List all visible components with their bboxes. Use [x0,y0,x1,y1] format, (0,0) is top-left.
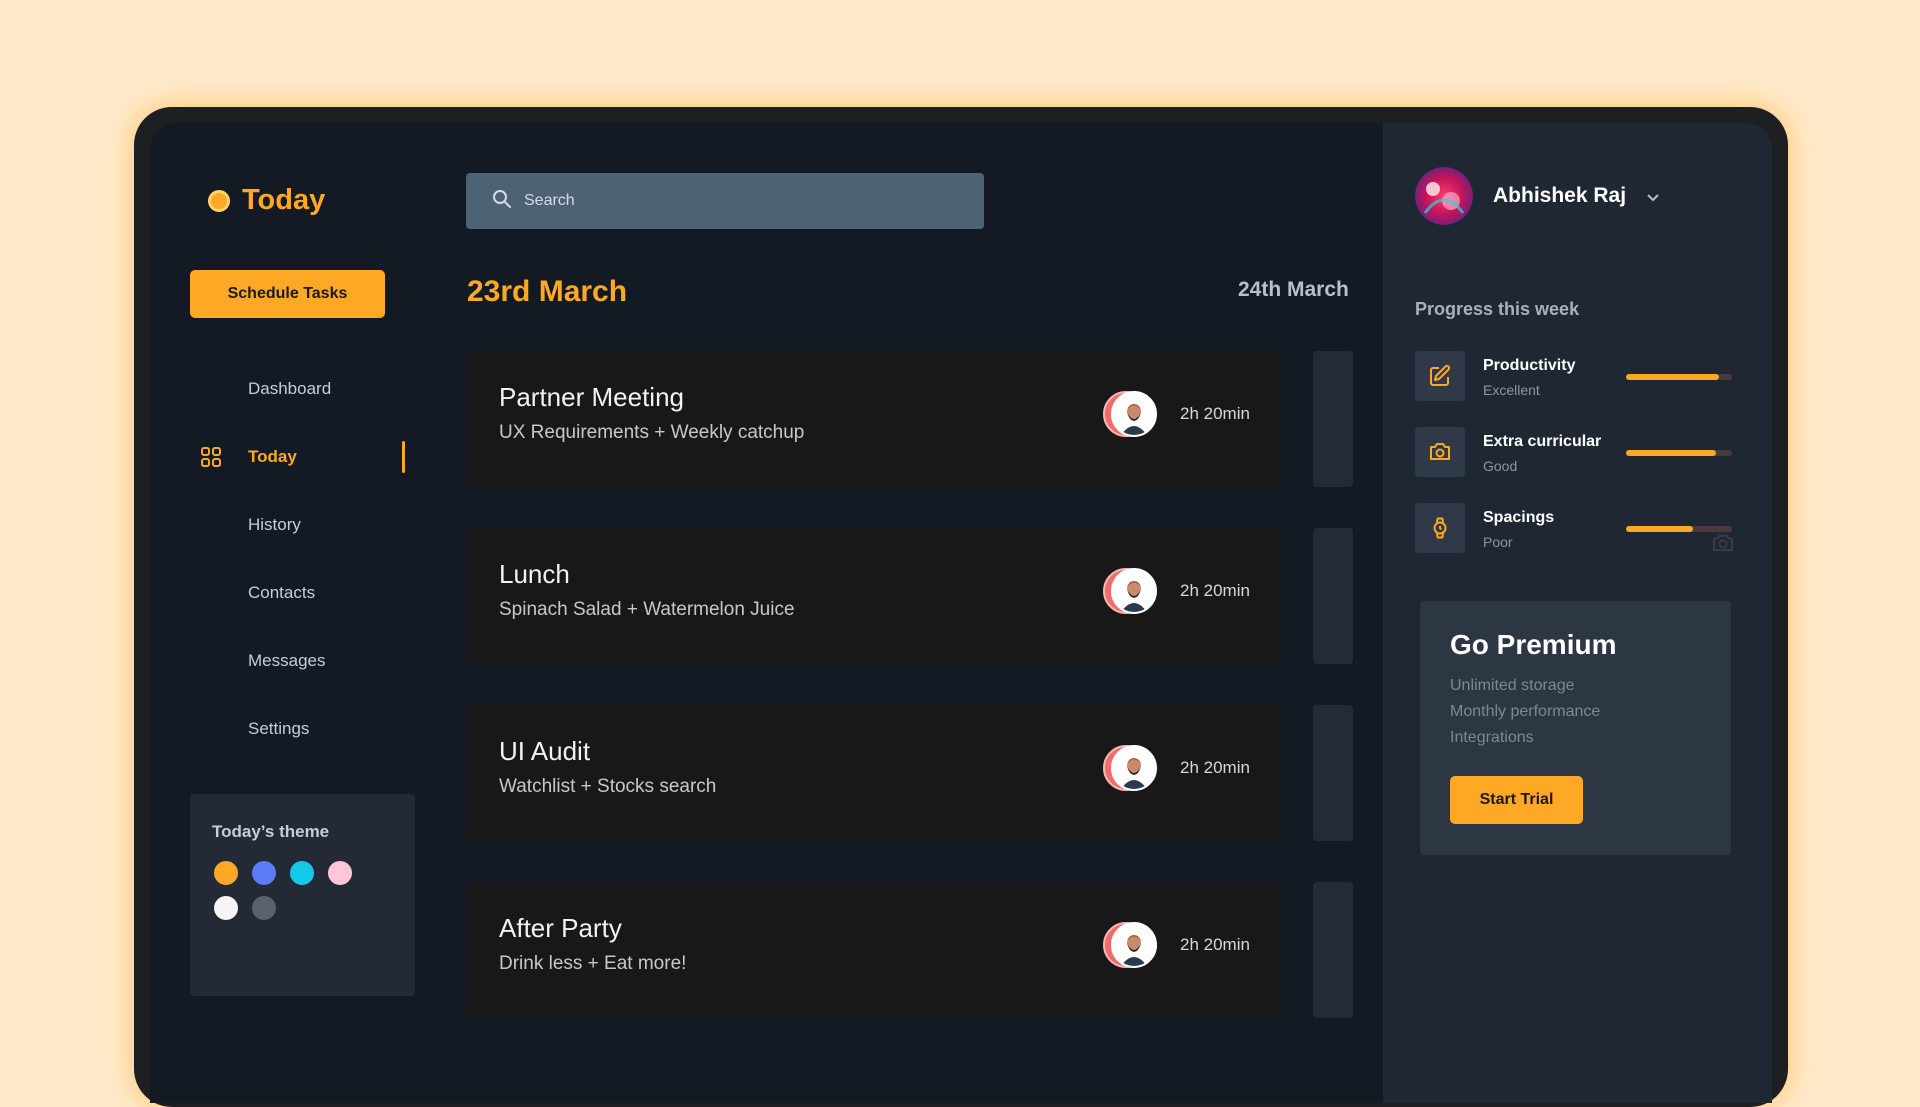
task-card[interactable]: After Party Drink less + Eat more! 2h 20mi… [466,882,1280,1018]
avatar [1111,568,1157,614]
progress-item-spacings: Spacings Poor [1415,503,1745,553]
chevron-down-icon[interactable] [1645,189,1661,210]
task-next-day-slot[interactable] [1313,705,1353,841]
camera-icon [1415,427,1465,477]
brand-title: Today [242,184,326,216]
theme-swatches [214,861,374,920]
sidebar-item-label: Contacts [248,583,316,602]
task-duration: 2h 20min [1180,935,1250,954]
avatar [1111,745,1157,791]
sidebar-item-today[interactable]: Today [150,423,415,491]
task-duration: 2h 20min [1180,758,1250,777]
theme-swatch[interactable] [328,861,352,885]
start-trial-button[interactable]: Start Trial [1450,776,1583,824]
sidebar-item-label: Messages [248,651,326,670]
avatar [1111,391,1157,437]
task-title: Lunch [499,559,570,589]
progress-fill [1626,526,1693,532]
sidebar-item-label: Today [248,447,297,466]
schedule-tasks-button[interactable]: Schedule Tasks [190,270,385,318]
task-list: Partner Meeting UX Requirements + Weekly … [466,351,1353,1059]
task-title: After Party [499,913,622,943]
task-row: UI Audit Watchlist + Stocks search 2h 20mi… [466,705,1353,841]
avatar [1111,922,1157,968]
premium-features: Unlimited storage Monthly performance In… [1450,677,1600,755]
task-duration: 2h 20min [1180,404,1250,423]
participant-avatars[interactable] [1103,391,1157,437]
sidebar-item-contacts[interactable]: Contacts [150,559,415,627]
theme-swatch[interactable] [214,861,238,885]
task-next-day-slot[interactable] [1313,882,1353,1018]
premium-feature: Integrations [1450,729,1534,746]
sidebar-item-dashboard[interactable]: Dashboard [150,355,415,423]
task-title: Partner Meeting [499,382,684,412]
progress-label: Spacings [1483,509,1555,526]
progress-item-extra-curricular: Extra curricular Good [1415,427,1745,477]
search-bar[interactable] [466,173,984,229]
progress-item-productivity: Productivity Excellent [1415,351,1745,401]
premium-feature: Monthly performance [1450,703,1601,720]
sidebar-item-label: Settings [248,719,310,738]
active-indicator [402,441,405,473]
task-title: UI Audit [499,736,591,766]
theme-swatch[interactable] [252,896,276,920]
task-row: After Party Drink less + Eat more! 2h 20mi… [466,882,1353,1018]
task-subtitle: Spinach Salad + Watermelon Juice [499,599,795,620]
task-subtitle: Watchlist + Stocks search [499,776,717,797]
camera-icon [1712,534,1734,557]
date-next-tab[interactable]: 24th March [1238,278,1349,302]
theme-swatch[interactable] [214,896,238,920]
progress-label: Productivity [1483,357,1576,374]
grid-icon [201,447,221,472]
progress-fill [1626,450,1717,456]
date-current-tab[interactable]: 23rd March [467,275,627,309]
premium-feature: Unlimited storage [1450,677,1575,694]
task-subtitle: Drink less + Eat more! [499,953,687,974]
progress-bar [1626,450,1732,456]
app-window: Today Schedule Tasks Dashboard Today His… [150,123,1772,1103]
watch-icon [1415,503,1465,553]
participant-avatars[interactable] [1103,922,1157,968]
premium-title: Go Premium [1450,629,1617,660]
sidebar-item-messages[interactable]: Messages [150,627,415,695]
task-next-day-slot[interactable] [1313,528,1353,664]
task-card[interactable]: Partner Meeting UX Requirements + Weekly … [466,351,1280,487]
premium-card: Go Premium Unlimited storage Monthly per… [1420,601,1731,855]
participant-avatars[interactable] [1103,745,1157,791]
theme-title: Today’s theme [212,822,330,841]
progress-label: Extra curricular [1483,433,1602,450]
progress-bar [1626,374,1732,380]
progress-fill [1626,374,1720,380]
task-subtitle: UX Requirements + Weekly catchup [499,422,805,443]
edit-icon [1415,351,1465,401]
progress-rating: Poor [1483,534,1513,550]
theme-swatch[interactable] [290,861,314,885]
avatar[interactable] [1415,167,1473,225]
right-panel: Abhishek Raj Progress this week Producti… [1383,123,1772,1103]
task-card[interactable]: Lunch Spinach Salad + Watermelon Juice 2h … [466,528,1280,664]
task-duration: 2h 20min [1180,581,1250,600]
sidebar-item-label: History [248,515,301,534]
theme-swatch[interactable] [252,861,276,885]
search-input[interactable] [524,192,944,210]
brand-dot-icon [208,189,230,212]
participant-avatars[interactable] [1103,568,1157,614]
progress-rating: Good [1483,458,1518,474]
progress-title: Progress this week [1415,299,1580,319]
sidebar-item-label: Dashboard [248,379,332,398]
progress-bar [1626,526,1732,532]
profile-name[interactable]: Abhishek Raj [1493,184,1626,208]
search-icon [492,189,512,214]
sidebar-nav: Dashboard Today History Contacts Message… [150,355,415,763]
sidebar-item-settings[interactable]: Settings [150,695,415,763]
task-card[interactable]: UI Audit Watchlist + Stocks search 2h 20mi… [466,705,1280,841]
theme-card: Today’s theme [190,794,415,996]
progress-rating: Excellent [1483,382,1540,398]
task-next-day-slot[interactable] [1313,351,1353,487]
sidebar-item-history[interactable]: History [150,491,415,559]
task-row: Partner Meeting UX Requirements + Weekly … [466,351,1353,487]
task-row: Lunch Spinach Salad + Watermelon Juice 2h … [466,528,1353,664]
brand: Today [208,184,325,217]
